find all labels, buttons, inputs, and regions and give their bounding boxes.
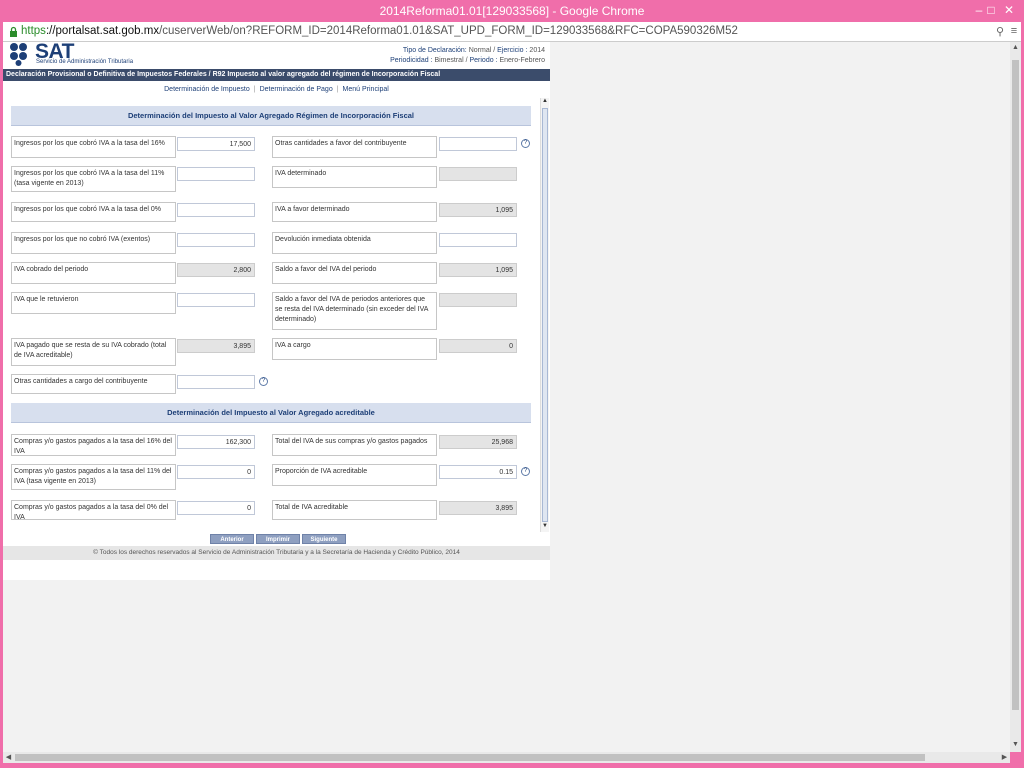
- page-scroll-hthumb[interactable]: [15, 754, 925, 761]
- periodo-value: Enero-Febrero: [499, 57, 545, 64]
- ejercicio-label: Ejercicio :: [497, 47, 528, 54]
- s1-left-label-6: IVA pagado que se resta de su IVA cobrad…: [11, 338, 176, 366]
- s1-left-field-1[interactable]: [177, 167, 255, 181]
- window-title: 2014Reforma01.01[129033568] - Google Chr…: [379, 4, 645, 18]
- form-panel: Determinación del Impuesto al Valor Agre…: [8, 98, 549, 532]
- periodo-label: Periodo :: [469, 57, 498, 64]
- s1-right-label-6: IVA a cargo: [272, 338, 437, 360]
- scroll-thumb[interactable]: [542, 108, 548, 522]
- s1-left-field-7[interactable]: [177, 375, 255, 389]
- form-banner: Declaración Provisional o Definitiva de …: [3, 69, 550, 81]
- nav-determinacion-pago[interactable]: Determinación de Pago: [260, 86, 333, 93]
- s2-left-label-2: Compras y/o gastos pagados a la tasa del…: [11, 500, 176, 521]
- nav-menu-principal[interactable]: Menú Principal: [343, 86, 389, 93]
- logo-subtitle: Servicio de Administración Tributaria: [36, 59, 134, 65]
- footer: © Todos los derechos reservados al Servi…: [3, 546, 550, 560]
- sat-page: SAT Servicio de Administración Tributari…: [3, 40, 550, 580]
- s1-right-label-3: Devolución inmediata obtenida: [272, 232, 437, 254]
- anterior-button[interactable]: Anterior: [210, 534, 254, 544]
- s2-left-field-1[interactable]: 0: [177, 465, 255, 479]
- s1-left-label-5: IVA que le retuvieron: [11, 292, 176, 314]
- nav-sep: |: [253, 86, 256, 93]
- periodicidad-value: Bimestral: [434, 57, 464, 64]
- menu-icon[interactable]: ≡: [1007, 25, 1021, 39]
- s1-right-label-0: Otras cantidades a favor del contribuyen…: [272, 136, 437, 158]
- window-title-bar: 2014Reforma01.01[129033568] - Google Chr…: [0, 0, 1024, 22]
- s1-right-label-4: Saldo a favor del IVA del periodo: [272, 262, 437, 284]
- ejercicio-value: 2014: [529, 47, 545, 54]
- s1-right-field-4: 1,095: [439, 263, 517, 277]
- form-scrollbar[interactable]: ▲ ▼: [540, 98, 549, 532]
- s2-right-field-2: 3,895: [439, 501, 517, 515]
- close-button[interactable]: ✕: [998, 2, 1020, 18]
- lock-icon: [10, 26, 17, 37]
- s1-right-label-1: IVA determinado: [272, 166, 437, 188]
- url-scheme: https: [21, 25, 46, 37]
- s1-right-field-0[interactable]: [439, 137, 517, 151]
- form-nav: Determinación de Impuesto | Determinación …: [3, 86, 550, 93]
- imprimir-button[interactable]: Imprimir: [256, 534, 300, 544]
- s2-right-label-2: Total de IVA acreditable: [272, 500, 437, 520]
- s1-left-label-3: Ingresos por los que no cobró IVA (exent…: [11, 232, 176, 254]
- tipo-value: Normal: [468, 47, 492, 54]
- nav-sep: |: [336, 86, 339, 93]
- s1-left-field-6: 3,895: [177, 339, 255, 353]
- s1-left-field-0[interactable]: 17,500: [177, 137, 255, 151]
- url-path: /cuserverWeb/on?REFORM_ID=2014Reforma01.…: [159, 25, 738, 37]
- page-scroll-thumb[interactable]: [1012, 60, 1019, 710]
- s1-right-field-3[interactable]: [439, 233, 517, 247]
- s1-left-label-1: Ingresos por los que cobró IVA a la tasa…: [11, 166, 176, 192]
- s1-left-label-0: Ingresos por los que cobró IVA a la tasa…: [11, 136, 176, 158]
- help-icon[interactable]: ?: [521, 139, 530, 148]
- section-title-iva-acreditable: Determinación del Impuesto al Valor Agre…: [11, 403, 531, 423]
- zoom-icon[interactable]: ⚲: [993, 25, 1007, 39]
- page-scroll-left[interactable]: ◀: [4, 753, 13, 762]
- s2-left-label-0: Compras y/o gastos pagados a la tasa del…: [11, 434, 176, 456]
- s2-right-label-1: Proporción de IVA acreditable: [272, 464, 437, 486]
- s1-left-label-4: IVA cobrado del periodo: [11, 262, 176, 284]
- s2-right-label-0: Total del IVA de sus compras y/o gastos …: [272, 434, 437, 456]
- s1-left-field-3[interactable]: [177, 233, 255, 247]
- s2-left-label-1: Compras y/o gastos pagados a la tasa del…: [11, 464, 176, 490]
- nav-determinacion-impuesto[interactable]: Determinación de Impuesto: [164, 86, 250, 93]
- s1-right-field-2: 1,095: [439, 203, 517, 217]
- page-vertical-scrollbar[interactable]: ▲ ▼: [1010, 42, 1021, 752]
- tipo-label: Tipo de Declaración:: [402, 47, 467, 54]
- page-scroll-down[interactable]: ▼: [1011, 741, 1020, 750]
- url-text[interactable]: https://portalsat.sat.gob.mx/cuserverWeb…: [21, 25, 738, 37]
- s1-right-field-6: 0: [439, 339, 517, 353]
- empty-area: [550, 42, 1010, 752]
- s1-left-field-2[interactable]: [177, 203, 255, 217]
- s1-right-label-2: IVA a favor determinado: [272, 202, 437, 222]
- help-icon[interactable]: ?: [259, 377, 268, 386]
- empty-area-below: [3, 580, 550, 752]
- s1-left-label-7: Otras cantidades a cargo del contribuyen…: [11, 374, 176, 394]
- periodicidad-label: Periodicidad :: [390, 57, 433, 64]
- s2-left-field-0[interactable]: 162,300: [177, 435, 255, 449]
- page-scroll-right[interactable]: ▶: [1000, 753, 1009, 762]
- s1-left-label-2: Ingresos por los que cobró IVA a la tasa…: [11, 202, 176, 222]
- s1-right-field-5: [439, 293, 517, 307]
- s1-right-field-1: [439, 167, 517, 181]
- address-bar[interactable]: https://portalsat.sat.gob.mx/cuserverWeb…: [3, 22, 1021, 42]
- siguiente-button[interactable]: Siguiente: [302, 534, 346, 544]
- declaration-info: Tipo de Declaración: Normal / Ejercicio …: [390, 47, 545, 64]
- s1-right-label-5: Saldo a favor del IVA de periodos anteri…: [272, 292, 437, 330]
- scroll-up-arrow[interactable]: ▲: [541, 98, 549, 107]
- page-scroll-up[interactable]: ▲: [1011, 44, 1020, 53]
- scroll-down-arrow[interactable]: ▼: [541, 523, 549, 532]
- section-title-iva-rif: Determinación del Impuesto al Valor Agre…: [11, 106, 531, 126]
- s1-left-field-5[interactable]: [177, 293, 255, 307]
- url-domain: ://portalsat.sat.gob.mx: [45, 25, 160, 37]
- s2-right-field-1[interactable]: 0.15: [439, 465, 517, 479]
- s2-right-field-0: 25,968: [439, 435, 517, 449]
- s2-left-field-2[interactable]: 0: [177, 501, 255, 515]
- help-icon[interactable]: ?: [521, 467, 530, 476]
- page-horizontal-scrollbar[interactable]: ◀ ▶: [3, 752, 1010, 763]
- sat-logo-icon: [10, 43, 27, 66]
- s1-left-field-4: 2,800: [177, 263, 255, 277]
